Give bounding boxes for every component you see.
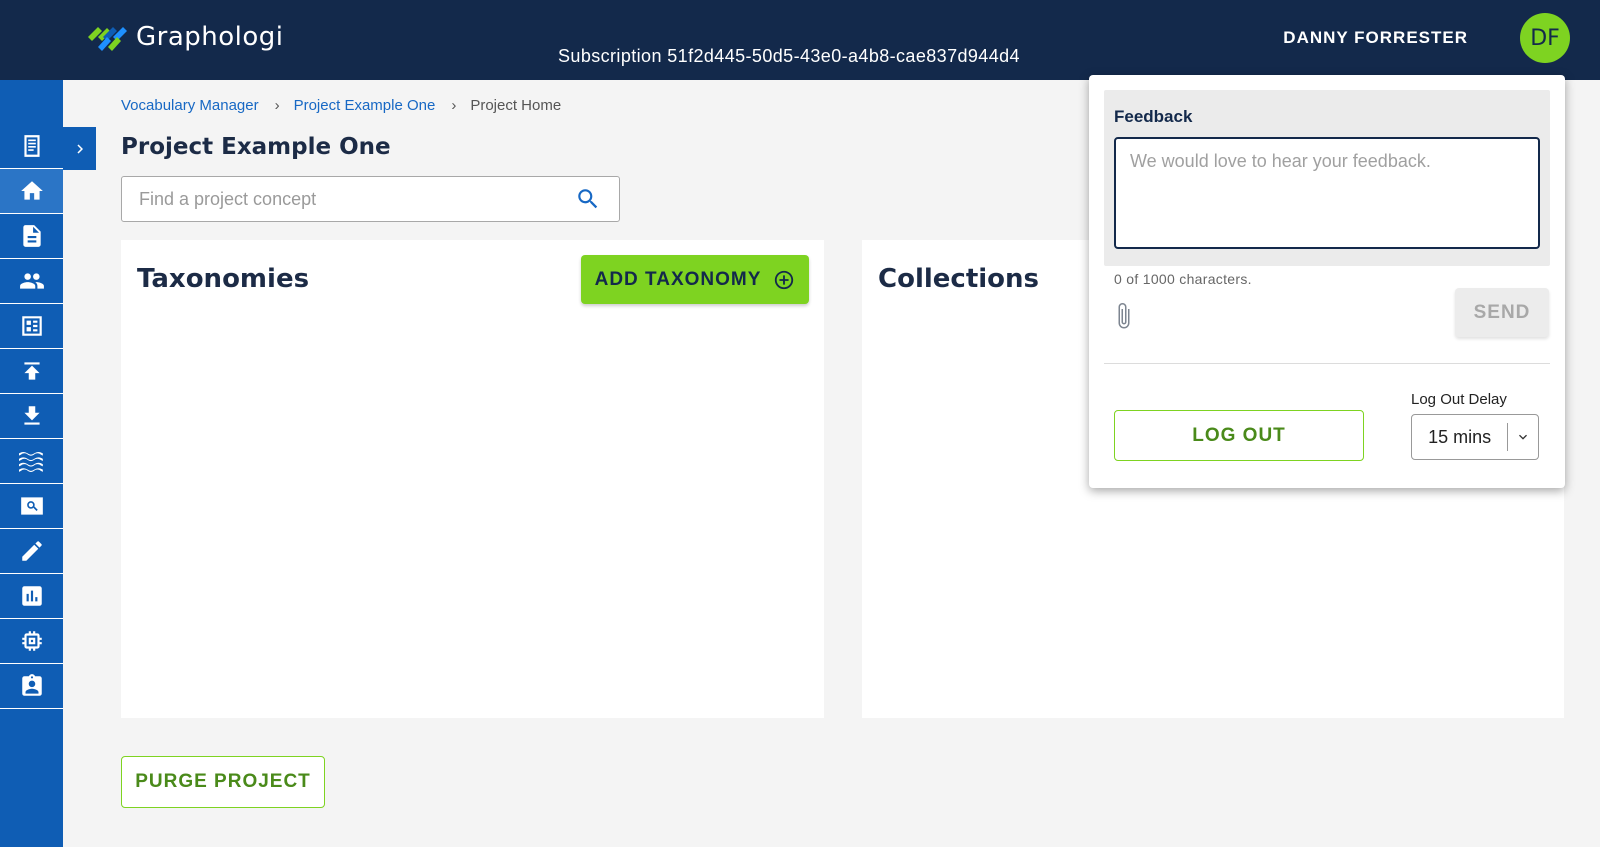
log-out-button[interactable]: LOG OUT xyxy=(1114,410,1364,461)
download-icon xyxy=(23,406,40,425)
log-out-delay-value: 15 mins xyxy=(1412,423,1509,451)
collections-title: Collections xyxy=(878,264,1040,294)
breadcrumb-vocabulary-manager[interactable]: Vocabulary Manager xyxy=(121,97,259,114)
badge-icon xyxy=(21,674,42,696)
breadcrumb-project[interactable]: Project Example One xyxy=(294,97,436,114)
add-taxonomy-label: ADD TAXONOMY xyxy=(594,268,762,290)
chevron-down-icon xyxy=(1508,429,1538,445)
subscription-id: Subscription 51f2d445-50d5-43e0-a4b8-cae… xyxy=(558,46,1020,66)
pencil-icon xyxy=(21,541,42,561)
add-taxonomy-button[interactable]: ADD TAXONOMY xyxy=(581,255,809,304)
sidebar-item-upload[interactable] xyxy=(0,349,63,394)
taxonomies-panel: Taxonomies ADD TAXONOMY xyxy=(121,240,824,718)
sidebar xyxy=(0,80,63,847)
search-icon[interactable] xyxy=(575,186,601,212)
feedback-section: Feedback xyxy=(1104,90,1550,266)
graphologi-logo-icon xyxy=(88,27,127,51)
breadcrumb-current: Project Home xyxy=(470,97,562,114)
feedback-label: Feedback xyxy=(1114,107,1193,126)
sidebar-item-chart[interactable] xyxy=(0,574,63,619)
waves-icon xyxy=(18,451,43,472)
page-icon xyxy=(23,135,40,157)
chevron-right-icon xyxy=(76,144,83,153)
sidebar-item-chip[interactable] xyxy=(0,619,63,664)
sidebar-item-document[interactable] xyxy=(0,214,63,259)
add-circle-icon xyxy=(775,270,794,289)
page-title: Project Example One xyxy=(121,134,391,160)
breadcrumb-separator: › xyxy=(451,97,457,114)
concept-search xyxy=(121,176,620,222)
user-menu-popover: Feedback 0 of 1000 characters. SEND LOG … xyxy=(1089,75,1565,488)
upload-icon xyxy=(23,362,40,380)
user-name[interactable]: DANNY FORRESTER xyxy=(1283,28,1468,48)
chart-icon xyxy=(21,586,42,606)
log-out-delay-label: Log Out Delay xyxy=(1411,391,1507,408)
avatar[interactable]: DF xyxy=(1520,13,1570,63)
sidebar-item-search-image[interactable] xyxy=(0,484,63,529)
send-feedback-button[interactable]: SEND xyxy=(1455,288,1549,337)
log-out-delay-select[interactable]: 15 mins xyxy=(1411,414,1539,460)
dashboard-icon xyxy=(21,316,42,336)
attachment-icon[interactable] xyxy=(1114,301,1134,333)
sidebar-item-waves[interactable] xyxy=(0,439,63,484)
sidebar-item-badge[interactable] xyxy=(0,664,63,709)
logo[interactable]: Graphologi xyxy=(86,20,284,54)
app-name: Graphologi xyxy=(136,22,284,52)
purge-project-button[interactable]: PURGE PROJECT xyxy=(121,756,325,808)
top-bar: Graphologi Subscription 51f2d445-50d5-43… xyxy=(0,0,1600,80)
feedback-character-count: 0 of 1000 characters. xyxy=(1114,271,1252,287)
sidebar-expand-button[interactable] xyxy=(63,127,96,170)
breadcrumb-separator: › xyxy=(274,97,280,114)
home-icon xyxy=(20,181,43,200)
concept-search-input[interactable] xyxy=(139,177,559,221)
taxonomies-title: Taxonomies xyxy=(137,264,310,294)
sidebar-item-home[interactable] xyxy=(0,169,63,214)
sidebar-item-edit[interactable] xyxy=(0,529,63,574)
document-icon xyxy=(22,225,41,247)
breadcrumb: Vocabulary Manager › Project Example One… xyxy=(121,97,561,114)
sidebar-item-page[interactable] xyxy=(0,124,63,169)
sidebar-item-dashboard[interactable] xyxy=(0,304,63,349)
sidebar-item-download[interactable] xyxy=(0,394,63,439)
divider xyxy=(1104,363,1550,364)
chip-icon xyxy=(21,631,42,651)
people-icon xyxy=(19,273,44,289)
search-image-icon xyxy=(20,497,43,515)
feedback-textarea[interactable] xyxy=(1114,137,1540,249)
sidebar-item-people[interactable] xyxy=(0,259,63,304)
